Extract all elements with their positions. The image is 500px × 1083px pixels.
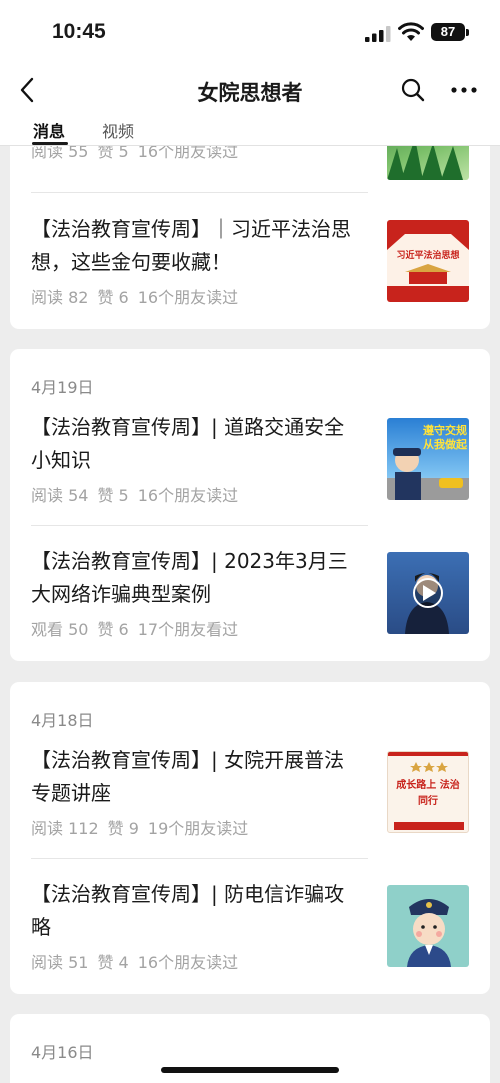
article-thumbnail[interactable]: 习近平法治思想 [387,220,469,302]
feed-card: 阅读 55 赞 5 16个朋友读过 【法治教育宣传周】｜习近平法治思想，这些金句要收… [10,118,490,329]
article-item[interactable]: 【法治教育宣传周】｜习近平法治思想，这些金句要收藏！ 阅读 82 赞 6 16个朋友… [10,213,490,313]
like-count: 赞 6 [97,288,129,307]
article-item[interactable]: 【法治教育宣传周】| 防电信诈骗攻略 阅读 51 赞 4 16个朋友读过 [10,878,490,978]
article-title[interactable]: 【法治教育宣传周】｜习近平法治思想，这些金句要收藏！ [31,213,363,279]
article-title[interactable]: 【法治教育宣传周】| 女院开展普法专题讲座 [31,744,363,810]
read-count: 阅读 51 [31,953,89,972]
feed-card: 4月18日 【法治教育宣传周】| 女院开展普法专题讲座 阅读 112 赞 9 19个… [10,682,490,994]
like-count: 赞 6 [97,620,129,639]
like-count: 赞 4 [97,953,129,972]
tab-messages[interactable]: 消息 [33,118,65,142]
home-indicator[interactable] [161,1067,339,1073]
battery-tip [466,29,469,36]
article-title[interactable]: 【法治教育宣传周】| 防电信诈骗攻略 [31,878,363,944]
read-count: 阅读 112 [31,819,99,838]
divider [31,858,368,859]
search-icon[interactable] [400,77,426,103]
article-item[interactable]: 【法治教育宣传周】| 女院开展普法专题讲座 阅读 112 赞 9 19个朋友读过 成… [10,744,490,844]
article-item[interactable]: 【法治教育宣传周】| 2023年3月三大网络诈骗典型案例 观看 50 赞 6 17个… [10,545,490,645]
article-stats: 阅读 51 赞 4 16个朋友读过 [31,949,247,973]
like-count: 赞 5 [97,486,129,505]
date-header: 4月16日 [31,1043,94,1062]
article-stats: 阅读 112 赞 9 19个朋友读过 [31,815,257,839]
status-time: 10:45 [52,20,106,43]
thumbnail-caption: 习近平法治思想 [396,251,460,261]
article-thumbnail[interactable]: 成长路上 法治同行 [387,751,469,833]
status-bar: 10:45 87 [0,0,500,66]
more-dots-icon[interactable] [450,78,478,102]
article-thumbnail[interactable] [387,885,469,967]
view-count: 观看 50 [31,620,89,639]
article-stats: 阅读 82 赞 6 16个朋友读过 [31,284,247,308]
date-header: 4月19日 [31,378,94,397]
thumbnail-caption: 遵守交规 从我做起 [423,424,467,451]
friends-watched: 17个朋友看过 [137,620,239,639]
read-count: 阅读 82 [31,288,89,307]
read-count: 阅读 54 [31,486,89,505]
active-tab-indicator [32,142,68,145]
divider [31,525,368,526]
thumbnail-caption: 成长路上 法治同行 [396,780,460,807]
like-count: 赞 9 [107,819,139,838]
friends-read: 16个朋友读过 [137,486,239,505]
article-stats: 观看 50 赞 6 17个朋友看过 [31,616,247,640]
divider [31,192,368,193]
article-stats: 阅读 54 赞 5 16个朋友读过 [31,482,247,506]
article-item[interactable]: 【法治教育宣传周】| 道路交通安全小知识 阅读 54 赞 5 16个朋友读过 遵守交… [10,411,490,511]
feed-card: 4月19日 【法治教育宣传周】| 道路交通安全小知识 阅读 54 赞 5 16个朋友… [10,349,490,661]
friends-read: 19个朋友读过 [147,819,249,838]
article-title[interactable]: 【法治教育宣传周】| 2023年3月三大网络诈骗典型案例 [31,545,363,611]
nav-bar: 女院思想者 [0,66,500,116]
video-thumbnail[interactable] [387,552,469,634]
cellular-signal-icon [365,26,391,42]
friends-read: 16个朋友读过 [137,953,239,972]
date-header: 4月18日 [31,711,94,730]
article-thumbnail[interactable]: 遵守交规 从我做起 [387,418,469,500]
friends-read: 16个朋友读过 [137,288,239,307]
wifi-icon [398,22,424,41]
article-title[interactable]: 【法治教育宣传周】| 道路交通安全小知识 [31,411,363,477]
tab-bar: 消息 视频 [0,116,500,146]
tab-videos[interactable]: 视频 [102,118,134,142]
battery-icon: 87 [431,23,465,41]
